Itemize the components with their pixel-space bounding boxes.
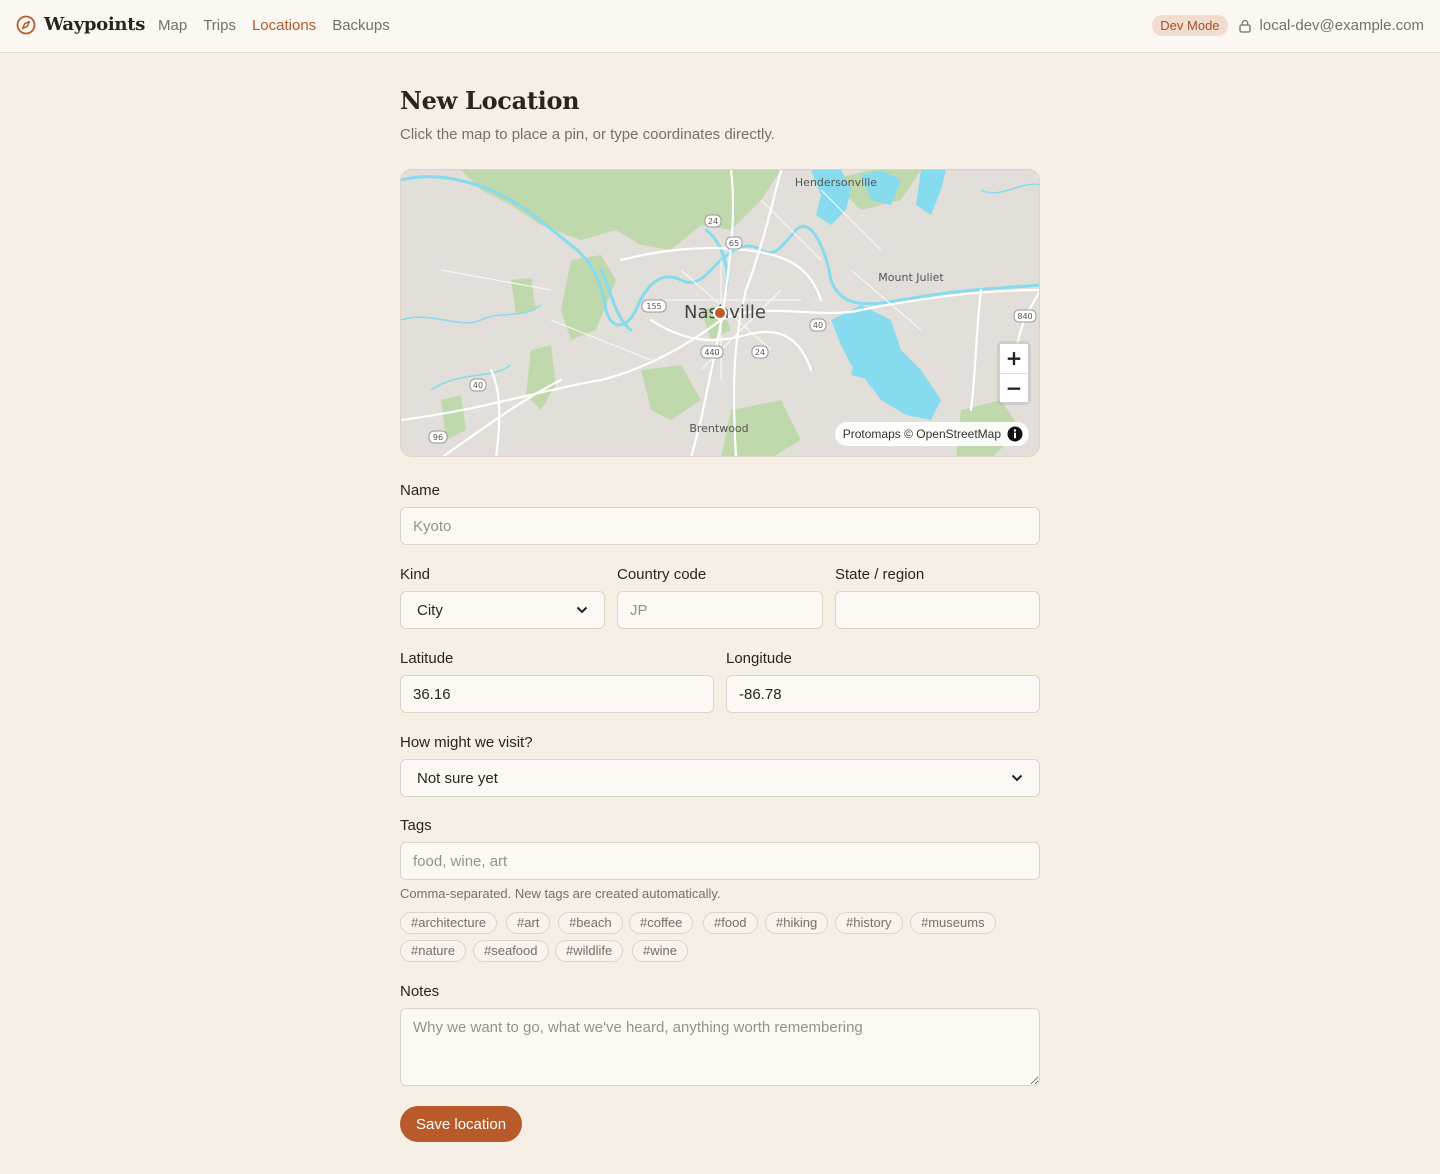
tag-chip[interactable]: #wine bbox=[632, 940, 688, 962]
page-subtitle: Click the map to place a pin, or type co… bbox=[400, 126, 775, 143]
tag-chip[interactable]: #wildlife bbox=[555, 940, 624, 962]
map-label-brentwood: Brentwood bbox=[689, 422, 748, 435]
svg-text:65: 65 bbox=[729, 239, 739, 248]
visit-select-value: Not sure yet bbox=[417, 769, 498, 787]
tag-chip[interactable]: #history bbox=[835, 912, 903, 934]
new-location-form: New Location Click the map to place a pi… bbox=[400, 86, 1040, 1142]
top-navigation: Waypoints Map Trips Locations Backups De… bbox=[0, 0, 1440, 53]
info-icon[interactable] bbox=[1007, 426, 1023, 442]
highway-shield: 24 bbox=[704, 214, 722, 228]
highway-shield: 24 bbox=[751, 345, 769, 359]
map-label-hendersonville: Hendersonville bbox=[795, 176, 877, 189]
tag-chip[interactable]: #architecture bbox=[400, 912, 498, 934]
name-label: Name bbox=[400, 482, 441, 499]
map-attribution: Protomaps © OpenStreetMap bbox=[834, 422, 1029, 446]
svg-text:96: 96 bbox=[433, 433, 443, 442]
country-code-input[interactable] bbox=[617, 591, 823, 629]
svg-text:24: 24 bbox=[755, 348, 765, 357]
tag-chip[interactable]: #food bbox=[703, 912, 758, 934]
tags-input[interactable] bbox=[400, 842, 1040, 880]
highway-shield: 840 bbox=[1013, 309, 1037, 323]
country-code-label: Country code bbox=[617, 566, 707, 583]
tag-chip[interactable]: #nature bbox=[400, 940, 467, 962]
highway-shield: 440 bbox=[700, 345, 724, 359]
user-email[interactable]: local-dev@example.com bbox=[1260, 17, 1424, 34]
brand-name: Waypoints bbox=[44, 14, 146, 35]
visit-label: How might we visit? bbox=[400, 734, 533, 751]
svg-text:440: 440 bbox=[704, 348, 719, 357]
zoom-out-button[interactable]: − bbox=[1000, 373, 1028, 402]
highway-shield: 155 bbox=[641, 299, 667, 313]
dev-mode-badge: Dev Mode bbox=[1152, 15, 1228, 36]
tag-chip[interactable]: #hiking bbox=[765, 912, 829, 934]
highway-shield: 40 bbox=[469, 378, 487, 392]
name-input[interactable] bbox=[400, 507, 1040, 545]
page-title: New Location bbox=[400, 86, 580, 115]
visit-select[interactable]: Not sure yet bbox=[400, 759, 1040, 797]
svg-text:40: 40 bbox=[473, 381, 483, 390]
chevron-down-icon bbox=[1011, 774, 1023, 782]
zoom-in-button[interactable]: + bbox=[1000, 344, 1028, 373]
brand[interactable]: Waypoints bbox=[16, 14, 145, 35]
kind-select[interactable]: City bbox=[400, 591, 605, 629]
tag-chip[interactable]: #seafood bbox=[473, 940, 549, 962]
map-label-mount-juliet: Mount Juliet bbox=[878, 271, 944, 284]
location-map[interactable]: 24 65 155 40 24 440 840 40 96 Hendersonv… bbox=[400, 169, 1040, 457]
tag-chip[interactable]: #coffee bbox=[629, 912, 694, 934]
nav-map[interactable]: Map bbox=[158, 17, 187, 34]
tag-chip[interactable]: #museums bbox=[910, 912, 996, 934]
chevron-down-icon bbox=[576, 606, 588, 614]
svg-text:24: 24 bbox=[708, 217, 718, 226]
state-input[interactable] bbox=[835, 591, 1040, 629]
longitude-label: Longitude bbox=[726, 650, 792, 667]
latitude-input[interactable] bbox=[400, 675, 714, 713]
compass-icon bbox=[16, 15, 36, 34]
nav-trips[interactable]: Trips bbox=[203, 17, 236, 34]
highway-shield: 96 bbox=[428, 430, 448, 444]
highway-shield: 65 bbox=[725, 236, 743, 250]
tags-label: Tags bbox=[400, 817, 432, 834]
latitude-label: Latitude bbox=[400, 650, 454, 667]
kind-select-value: City bbox=[417, 601, 443, 619]
svg-text:40: 40 bbox=[813, 321, 823, 330]
tag-chip[interactable]: #art bbox=[506, 912, 551, 934]
notes-label: Notes bbox=[400, 983, 440, 1000]
notes-textarea[interactable] bbox=[400, 1008, 1040, 1086]
attribution-text: Protomaps © OpenStreetMap bbox=[842, 427, 1001, 441]
highway-shield: 40 bbox=[809, 318, 827, 332]
nav-backups[interactable]: Backups bbox=[332, 17, 390, 34]
svg-text:155: 155 bbox=[646, 302, 661, 311]
tags-hint: Comma-separated. New tags are created au… bbox=[400, 886, 721, 901]
nav-locations[interactable]: Locations bbox=[252, 17, 316, 34]
save-location-button[interactable]: Save location bbox=[400, 1106, 523, 1142]
location-pin[interactable] bbox=[713, 306, 727, 320]
map-canvas[interactable]: 24 65 155 40 24 440 840 40 96 Hendersonv… bbox=[401, 170, 1040, 457]
main-nav: Map Trips Locations Backups bbox=[158, 17, 390, 34]
zoom-controls: + − bbox=[999, 343, 1029, 403]
state-label: State / region bbox=[835, 566, 925, 583]
longitude-input[interactable] bbox=[726, 675, 1040, 713]
svg-text:840: 840 bbox=[1017, 312, 1032, 321]
user-area: Dev Mode local-dev@example.com bbox=[1152, 15, 1424, 36]
tag-chip[interactable]: #beach bbox=[558, 912, 623, 934]
kind-label: Kind bbox=[400, 566, 431, 583]
lock-icon bbox=[1238, 19, 1251, 33]
